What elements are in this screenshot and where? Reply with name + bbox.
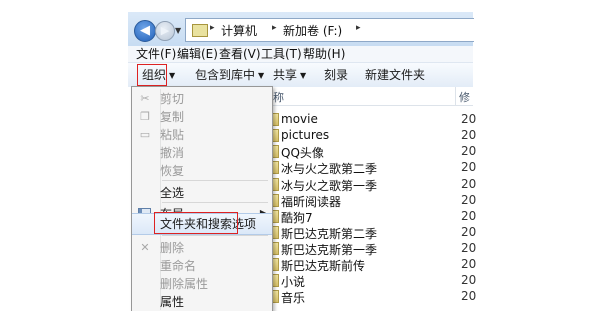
file-date: 20	[461, 241, 477, 255]
menu-item-redo[interactable]: 恢复	[132, 161, 272, 181]
folder-icon	[192, 24, 208, 37]
breadcrumb-computer[interactable]: 计算机	[221, 22, 257, 39]
explorer-window: ◀ ▶ ▼ ▸ 计算机 ▸ 新加卷 (F:) ▸ 文件(F) 编辑(E) 查看(…	[0, 0, 600, 311]
file-row[interactable]: 冰与火之歌第二季 20	[271, 158, 477, 176]
menu-view[interactable]: 查看(V)	[219, 46, 261, 62]
column-modified-header[interactable]: 修	[459, 89, 470, 105]
new-folder-button[interactable]: 新建文件夹	[365, 67, 425, 83]
menu-item-label: 删除	[160, 241, 185, 255]
file-date: 20	[461, 128, 477, 142]
menu-item-label: 全选	[160, 186, 185, 200]
forward-button[interactable]: ▶	[155, 21, 175, 41]
chevron-down-icon: ▼	[300, 71, 307, 80]
menu-item-label: 复制	[160, 110, 185, 124]
menu-item-label: 粘贴	[160, 128, 185, 142]
file-date: 20	[461, 273, 477, 287]
menu-separator	[162, 235, 268, 236]
menu-separator	[162, 202, 268, 203]
folder-options-highlight-outline	[154, 212, 238, 234]
organize-highlight-outline	[137, 64, 167, 86]
paste-icon: ▭	[139, 128, 151, 141]
right-margin	[473, 0, 600, 311]
menu-separator	[162, 180, 268, 181]
breadcrumb-separator[interactable]: ▸	[272, 23, 277, 33]
menu-file[interactable]: 文件(F)	[136, 46, 176, 62]
menu-edit[interactable]: 编辑(E)	[177, 46, 218, 62]
breadcrumb-separator[interactable]: ▸	[356, 23, 361, 33]
file-date: 20	[461, 144, 477, 158]
menu-tools[interactable]: 工具(T)	[261, 46, 302, 62]
back-button[interactable]: ◀	[134, 20, 156, 42]
menu-item-undo[interactable]: 撤消	[132, 143, 272, 163]
column-divider[interactable]	[455, 87, 456, 105]
share-label: 共享	[273, 68, 298, 82]
menu-item-label: 属性	[160, 295, 185, 309]
file-name: pictures	[281, 128, 330, 142]
left-margin	[0, 0, 128, 311]
menu-item-cut[interactable]: ✂ 剪切	[132, 89, 272, 109]
menu-item-remove-properties[interactable]: 删除属性	[132, 274, 272, 294]
command-bar: 组织 ▼ 包含到库中 ▼ 共享 ▼ 刻录 新建文件夹	[128, 62, 473, 88]
delete-icon: ✕	[140, 241, 150, 254]
file-date: 20	[461, 112, 477, 126]
menu-item-label: 恢复	[160, 164, 185, 178]
file-row[interactable]: 音乐 20	[271, 287, 477, 305]
menu-item-properties[interactable]: 属性	[132, 292, 272, 311]
menu-item-label: 重命名	[160, 259, 197, 273]
burn-button[interactable]: 刻录	[324, 67, 348, 83]
menu-item-label: 删除属性	[160, 277, 209, 291]
column-name-header[interactable]: 称	[273, 89, 284, 105]
address-field[interactable]: ▸ 计算机 ▸ 新加卷 (F:) ▸	[185, 18, 474, 42]
file-name: movie	[281, 112, 318, 126]
menu-item-rename[interactable]: 重命名	[132, 256, 272, 276]
share-button[interactable]: 共享 ▼	[273, 67, 306, 84]
file-date: 20	[461, 193, 477, 207]
scissors-icon: ✂	[140, 92, 150, 105]
menu-help[interactable]: 帮助(H)	[303, 46, 345, 62]
breadcrumb-separator[interactable]: ▸	[210, 23, 215, 33]
include-in-library-label: 包含到库中	[195, 68, 256, 82]
file-date: 20	[461, 177, 477, 191]
menu-item-label: 剪切	[160, 92, 185, 106]
file-name: 音乐	[281, 291, 306, 305]
recent-pages-dropdown[interactable]: ▼	[175, 26, 181, 35]
chevron-down-icon: ▼	[169, 71, 176, 80]
file-date: 20	[461, 257, 477, 271]
menu-item-delete[interactable]: ✕ 删除	[132, 238, 272, 258]
organize-dropdown-menu: ✂剪切 ❐复制 ▭粘贴 撤消 恢复 全选 布局▶ 文件夹和搜索选项 ✕删除 重命…	[131, 86, 273, 311]
include-in-library-button[interactable]: 包含到库中 ▼	[195, 67, 264, 84]
file-date: 20	[461, 225, 477, 239]
chevron-down-icon: ▼	[258, 71, 265, 80]
menu-item-paste[interactable]: ▭ 粘贴	[132, 125, 272, 145]
menu-item-label: 撤消	[160, 146, 185, 160]
file-date: 20	[461, 289, 477, 303]
copy-icon: ❐	[140, 110, 150, 123]
menu-bar: 文件(F) 编辑(E) 查看(V) 工具(T) 帮助(H)	[128, 46, 473, 62]
breadcrumb-drive[interactable]: 新加卷 (F:)	[283, 22, 342, 39]
menu-item-select-all[interactable]: 全选	[132, 183, 272, 203]
file-date: 20	[461, 160, 477, 174]
menu-item-copy[interactable]: ❐ 复制	[132, 107, 272, 127]
column-header: 称 修	[271, 87, 473, 106]
file-date: 20	[461, 209, 477, 223]
